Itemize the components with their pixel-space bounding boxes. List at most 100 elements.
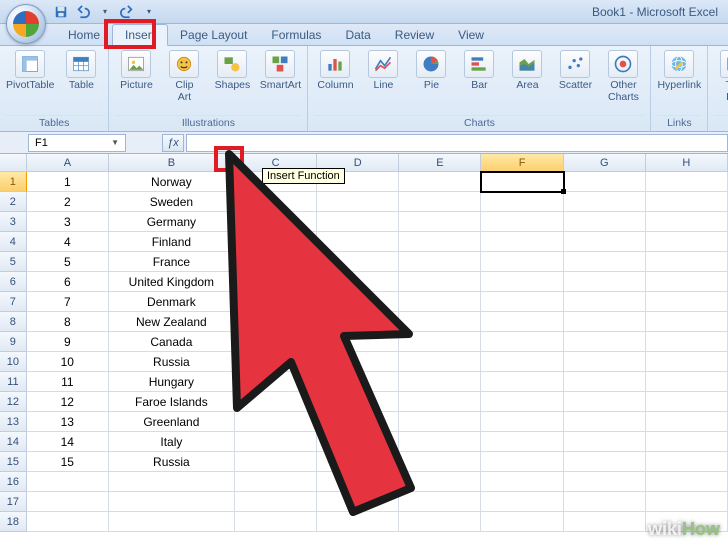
- cell-H7[interactable]: [646, 292, 728, 312]
- column-header-G[interactable]: G: [564, 154, 646, 172]
- tab-formulas[interactable]: Formulas: [259, 25, 333, 45]
- cell-F12[interactable]: [481, 392, 563, 412]
- cell-H12[interactable]: [646, 392, 728, 412]
- cell-A3[interactable]: 3: [27, 212, 109, 232]
- cell-B11[interactable]: Hungary: [109, 372, 235, 392]
- cell-H17[interactable]: [646, 492, 728, 512]
- cell-G13[interactable]: [564, 412, 646, 432]
- cell-C17[interactable]: [235, 492, 317, 512]
- chevron-down-icon[interactable]: ▼: [111, 138, 119, 147]
- cell-A4[interactable]: 4: [27, 232, 109, 252]
- cell-H4[interactable]: [646, 232, 728, 252]
- cell-E3[interactable]: [399, 212, 481, 232]
- cell-F1[interactable]: [481, 172, 563, 192]
- cell-B5[interactable]: France: [109, 252, 235, 272]
- cell-H16[interactable]: [646, 472, 728, 492]
- ribbon-hyperlink-button[interactable]: Hyperlink: [657, 50, 701, 92]
- cell-F14[interactable]: [481, 432, 563, 452]
- ribbon-shapes-button[interactable]: Shapes: [211, 50, 253, 103]
- tab-review[interactable]: Review: [383, 25, 446, 45]
- cell-D2[interactable]: [317, 192, 399, 212]
- cell-F17[interactable]: [481, 492, 563, 512]
- cell-F5[interactable]: [481, 252, 563, 272]
- cell-G1[interactable]: [564, 172, 646, 192]
- office-button[interactable]: [6, 4, 46, 44]
- cell-A5[interactable]: 5: [27, 252, 109, 272]
- cell-F9[interactable]: [481, 332, 563, 352]
- cell-A10[interactable]: 10: [27, 352, 109, 372]
- cell-F7[interactable]: [481, 292, 563, 312]
- cell-C14[interactable]: [235, 432, 317, 452]
- cell-A13[interactable]: 13: [27, 412, 109, 432]
- row-header-8[interactable]: 8: [0, 312, 27, 332]
- row-header-3[interactable]: 3: [0, 212, 27, 232]
- cell-E12[interactable]: [399, 392, 481, 412]
- cell-E7[interactable]: [399, 292, 481, 312]
- cell-C13[interactable]: [235, 412, 317, 432]
- cell-C4[interactable]: [235, 232, 317, 252]
- cell-G16[interactable]: [564, 472, 646, 492]
- tab-insert[interactable]: Insert: [112, 24, 168, 46]
- ribbon-column-button[interactable]: Column: [314, 50, 356, 103]
- cell-B2[interactable]: Sweden: [109, 192, 235, 212]
- cell-B6[interactable]: United Kingdom: [109, 272, 235, 292]
- cell-D18[interactable]: [317, 512, 399, 532]
- cell-A8[interactable]: 8: [27, 312, 109, 332]
- cell-B13[interactable]: Greenland: [109, 412, 235, 432]
- row-header-16[interactable]: 16: [0, 472, 27, 492]
- cell-D6[interactable]: [317, 272, 399, 292]
- column-header-F[interactable]: F: [481, 154, 563, 172]
- cell-E18[interactable]: [399, 512, 481, 532]
- ribbon-scatter-button[interactable]: Scatter: [554, 50, 596, 103]
- row-header-11[interactable]: 11: [0, 372, 27, 392]
- cell-H9[interactable]: [646, 332, 728, 352]
- cell-H6[interactable]: [646, 272, 728, 292]
- cell-A1[interactable]: 1: [27, 172, 109, 192]
- cell-B1[interactable]: Norway: [109, 172, 235, 192]
- undo-icon[interactable]: [73, 2, 93, 22]
- row-header-18[interactable]: 18: [0, 512, 27, 532]
- cell-C11[interactable]: [235, 372, 317, 392]
- cell-A18[interactable]: [27, 512, 109, 532]
- row-header-5[interactable]: 5: [0, 252, 27, 272]
- cell-E8[interactable]: [399, 312, 481, 332]
- cell-E2[interactable]: [399, 192, 481, 212]
- cell-E17[interactable]: [399, 492, 481, 512]
- cell-C6[interactable]: [235, 272, 317, 292]
- cell-F15[interactable]: [481, 452, 563, 472]
- cell-F18[interactable]: [481, 512, 563, 532]
- row-header-13[interactable]: 13: [0, 412, 27, 432]
- cell-E4[interactable]: [399, 232, 481, 252]
- tab-page-layout[interactable]: Page Layout: [168, 25, 259, 45]
- cell-H2[interactable]: [646, 192, 728, 212]
- column-header-A[interactable]: A: [27, 154, 109, 172]
- cell-D17[interactable]: [317, 492, 399, 512]
- cell-D10[interactable]: [317, 352, 399, 372]
- cell-F2[interactable]: [481, 192, 563, 212]
- cell-H13[interactable]: [646, 412, 728, 432]
- cell-A15[interactable]: 15: [27, 452, 109, 472]
- insert-function-button[interactable]: ƒx: [162, 134, 184, 152]
- cell-A6[interactable]: 6: [27, 272, 109, 292]
- row-header-17[interactable]: 17: [0, 492, 27, 512]
- cell-B15[interactable]: Russia: [109, 452, 235, 472]
- cell-B4[interactable]: Finland: [109, 232, 235, 252]
- cell-A17[interactable]: [27, 492, 109, 512]
- cell-E11[interactable]: [399, 372, 481, 392]
- cell-C8[interactable]: [235, 312, 317, 332]
- cell-A11[interactable]: 11: [27, 372, 109, 392]
- row-header-10[interactable]: 10: [0, 352, 27, 372]
- tab-view[interactable]: View: [446, 25, 496, 45]
- row-header-6[interactable]: 6: [0, 272, 27, 292]
- cell-A2[interactable]: 2: [27, 192, 109, 212]
- cell-F3[interactable]: [481, 212, 563, 232]
- select-all-corner[interactable]: [0, 154, 27, 172]
- cell-D9[interactable]: [317, 332, 399, 352]
- cell-B7[interactable]: Denmark: [109, 292, 235, 312]
- cell-G14[interactable]: [564, 432, 646, 452]
- cell-G15[interactable]: [564, 452, 646, 472]
- cell-D5[interactable]: [317, 252, 399, 272]
- cell-C2[interactable]: [235, 192, 317, 212]
- cell-A9[interactable]: 9: [27, 332, 109, 352]
- cell-C18[interactable]: [235, 512, 317, 532]
